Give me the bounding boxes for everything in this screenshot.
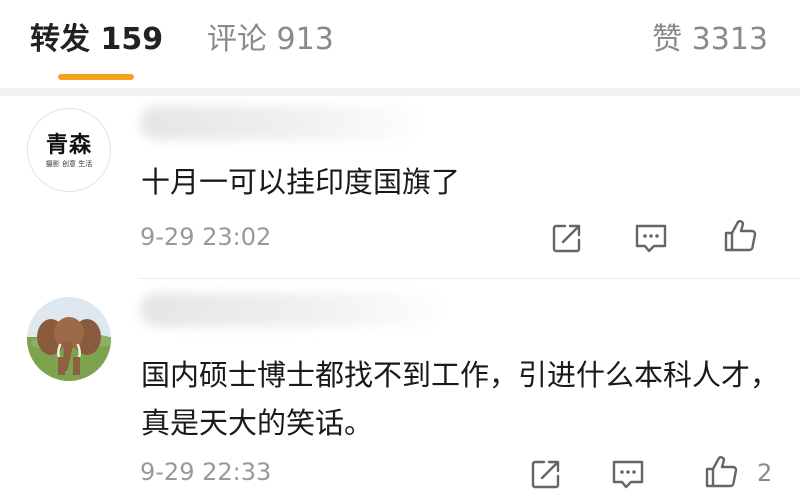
tab-reposts[interactable]: 转发 159 [30,18,163,62]
like-count: 2 [757,459,773,487]
active-tab-indicator [58,74,134,80]
comment-icon [612,460,644,489]
section-separator [0,88,800,96]
username-redacted[interactable] [140,293,440,327]
avatar-logo-subtext: 摄影 创意 生活 [45,160,93,168]
thumbs-up-icon [705,456,738,488]
share-button[interactable] [528,456,568,496]
elephant-avatar-image [27,297,111,381]
comment-item: 国内硕士博士都找不到工作，引进什么本科人才，真是天大的笑话。 9-29 22:3… [0,279,800,501]
comment-text: 国内硕士博士都找不到工作，引进什么本科人才，真是天大的笑话。 [141,358,780,440]
thumbs-up-icon [724,220,757,252]
comment-timestamp: 9-29 22:33 [140,458,272,486]
share-icon [552,224,581,253]
reply-button[interactable] [610,456,650,496]
tab-bar: 转发 159 评论 913 赞 3313 [0,0,800,88]
avatar-logo-text: 青森 [45,133,92,158]
username-redacted[interactable] [140,106,420,140]
avatar[interactable] [27,297,111,381]
comment-item: 青森 摄影 创意 生活 十月一可以挂印度国旗了 9-29 23:02 [0,96,800,278]
reply-button[interactable] [633,220,673,260]
like-button[interactable] [722,218,762,258]
comment-text: 十月一可以挂印度国旗了 [141,165,461,199]
comment-timestamp: 9-29 23:02 [140,223,272,251]
tab-likes[interactable]: 赞 3313 [652,18,768,62]
avatar[interactable]: 青森 摄影 创意 生活 [27,108,111,192]
share-icon [531,460,560,489]
share-button[interactable] [549,220,589,260]
comment-icon [635,224,667,253]
tab-comments[interactable]: 评论 913 [207,18,334,62]
like-button[interactable] [703,454,743,494]
